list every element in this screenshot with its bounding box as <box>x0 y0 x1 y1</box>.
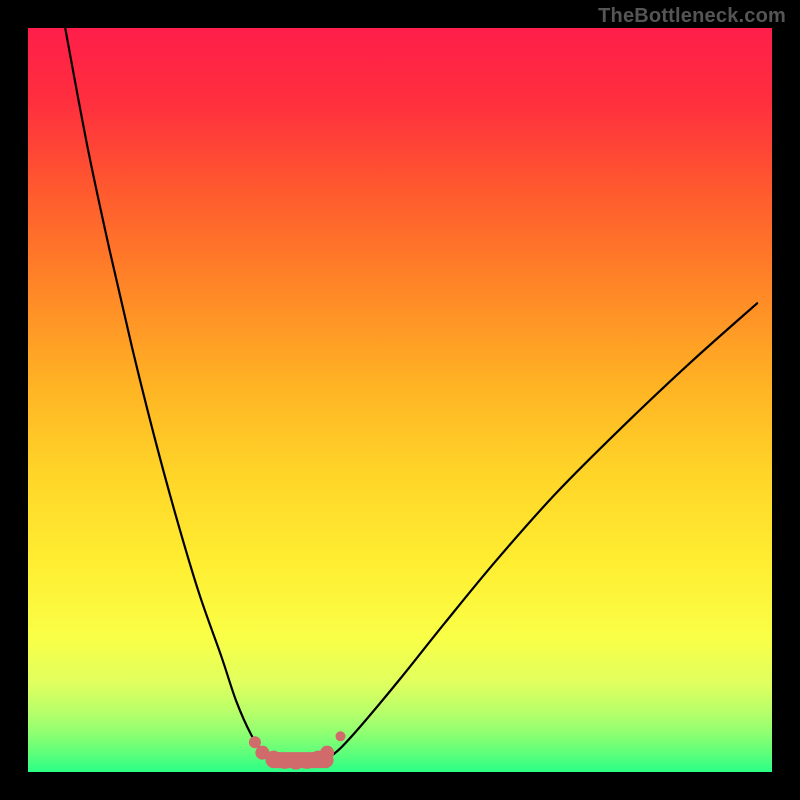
valley-marker <box>320 746 334 760</box>
plot-area <box>28 28 772 772</box>
valley-marker <box>335 731 345 741</box>
watermark-text: TheBottleneck.com <box>598 5 786 28</box>
curve-left-branch <box>65 28 273 760</box>
chart-frame: TheBottleneck.com <box>0 0 800 800</box>
valley-marker <box>249 736 261 748</box>
curve-right-branch <box>326 303 758 760</box>
chart-svg <box>28 28 772 772</box>
